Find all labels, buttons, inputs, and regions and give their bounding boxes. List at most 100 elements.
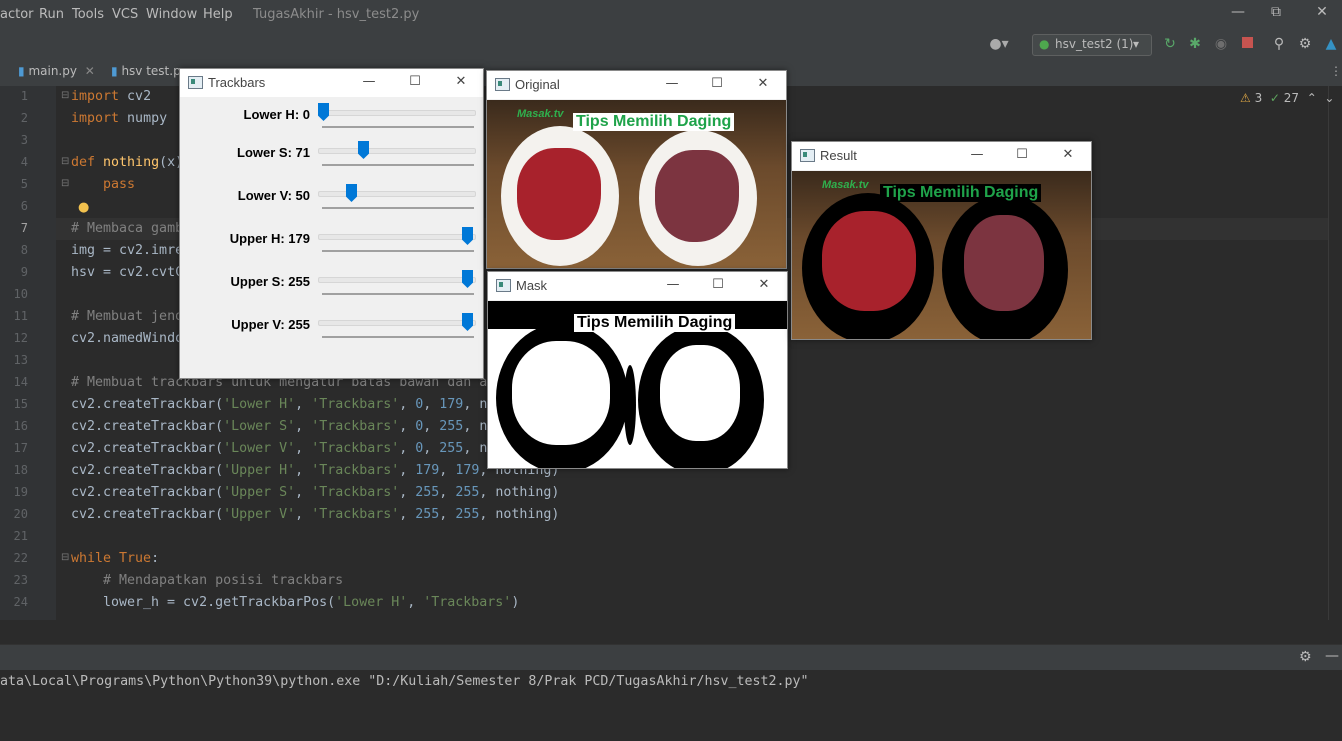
minimize-icon[interactable]: — <box>662 74 682 94</box>
close-icon[interactable]: ✕ <box>1302 4 1342 20</box>
close-icon[interactable]: ✕ <box>1058 145 1078 165</box>
coverage-icon[interactable]: ◉ <box>1212 35 1230 53</box>
trackbar-label: Lower V: 50 <box>237 188 310 203</box>
maximize-icon[interactable]: ☐ <box>405 72 425 92</box>
maximize-icon[interactable]: ☐ <box>1012 145 1032 165</box>
menu-window[interactable]: Window <box>146 7 197 22</box>
mask-image: Tips Memilih Daging <box>488 301 787 468</box>
window-titlebar[interactable]: Result — ☐ ✕ <box>792 142 1091 170</box>
debug-icon[interactable]: ✱ <box>1186 35 1204 53</box>
minimize-icon[interactable]: — <box>1218 4 1258 20</box>
trackbar-tick-line <box>322 207 474 209</box>
editor-scrollbar[interactable] <box>1328 86 1342 620</box>
menu-help[interactable]: Help <box>203 7 233 22</box>
stop-icon[interactable] <box>1238 35 1256 53</box>
minimize-panel-icon[interactable]: — <box>1325 648 1339 664</box>
trackbar-slider-track[interactable] <box>318 148 476 154</box>
line-number: 11 <box>13 309 28 323</box>
tab-close-icon[interactable]: ✕ <box>85 64 95 78</box>
maximize-icon[interactable]: ☐ <box>707 74 727 94</box>
line-number: 5 <box>20 177 28 191</box>
run-console[interactable]: ata\Local\Programs\Python\Python39\pytho… <box>0 670 1342 741</box>
line-number: 17 <box>13 441 28 455</box>
warning-count: 3 <box>1254 91 1263 105</box>
meat <box>964 215 1044 311</box>
user-icon[interactable]: ●▾ <box>986 35 1012 53</box>
trackbar-thumb[interactable] <box>462 313 473 331</box>
fold-icon[interactable]: ⊟ <box>61 156 69 167</box>
minimize-icon[interactable]: — <box>359 72 379 92</box>
console-command: ata\Local\Programs\Python\Python39\pytho… <box>0 674 809 689</box>
trackbar-thumb[interactable] <box>346 184 357 202</box>
line-number: 19 <box>13 485 28 499</box>
code-line: # Membaca gamb <box>71 221 184 236</box>
window-titlebar[interactable]: Original — ☐ ✕ <box>487 71 786 99</box>
gear-icon[interactable]: ⚙ <box>1296 35 1314 53</box>
result-window: Result — ☐ ✕ Masak.tv Tips Memilih Dagin… <box>791 141 1092 340</box>
trackbar-slider-track[interactable] <box>318 234 476 240</box>
trackbar-slider-track[interactable] <box>318 191 476 197</box>
trackbar-label: Upper H: 179 <box>229 231 310 246</box>
trackbar-thumb[interactable] <box>318 103 329 121</box>
tab-hsv-test[interactable]: ▮ hsv test.p <box>111 58 181 85</box>
window-titlebar[interactable]: Trackbars — ☐ ✕ <box>180 69 483 97</box>
trackbar-tick-line <box>322 293 474 295</box>
result-image: Masak.tv Tips Memilih Daging <box>792 171 1091 339</box>
original-image: Masak.tv Tips Memilih Daging <box>487 100 786 268</box>
trackbar-tick-line <box>322 164 474 166</box>
gap-mask <box>624 365 636 445</box>
restore-icon[interactable]: ⧉ <box>1256 4 1296 20</box>
window-titlebar[interactable]: Mask — ☐ ✕ <box>488 272 787 300</box>
run-config-select[interactable]: ● hsv_test2 (1) ▾ <box>1032 34 1152 56</box>
tab-label: hsv test.p <box>121 64 181 78</box>
rerun-icon[interactable]: ↻ <box>1161 35 1179 53</box>
code-line: import cv2 <box>71 89 152 104</box>
more-tabs-icon[interactable]: ⋮ <box>1330 64 1342 78</box>
plugin-icon[interactable]: ▲ <box>1322 35 1340 53</box>
line-number: 16 <box>13 419 28 433</box>
meat-mask <box>512 341 610 445</box>
meat <box>517 148 601 240</box>
fold-icon[interactable]: ⊟ <box>61 178 69 189</box>
trackbar-slider-track[interactable] <box>318 277 476 283</box>
tab-label: main.py <box>28 64 77 78</box>
search-icon[interactable]: ⚲ <box>1270 35 1288 53</box>
python-icon: ● <box>1039 37 1050 51</box>
trackbar-label: Upper V: 255 <box>231 317 310 332</box>
trackbar-slider-track[interactable] <box>318 110 476 116</box>
fold-icon[interactable]: ⊟ <box>61 90 69 101</box>
menu-refactor[interactable]: actor <box>0 7 34 22</box>
trackbar-slider-track[interactable] <box>318 320 476 326</box>
close-icon[interactable]: ✕ <box>451 72 471 92</box>
close-icon[interactable]: ✕ <box>753 74 773 94</box>
line-number: 8 <box>20 243 28 257</box>
fold-icon[interactable]: ⊟ <box>61 552 69 563</box>
gear-icon[interactable]: ⚙ <box>1299 649 1312 665</box>
line-number: 13 <box>13 353 28 367</box>
minimize-icon[interactable]: — <box>663 275 683 295</box>
code-line: # Membuat jend <box>71 309 184 324</box>
inspection-widget[interactable]: ⚠ 3 ✓ 27 ⌃ ⌄ <box>1240 91 1334 105</box>
trackbar-thumb[interactable] <box>462 227 473 245</box>
minimize-icon[interactable]: — <box>967 145 987 165</box>
line-number: 23 <box>13 573 28 587</box>
line-number: 24 <box>13 595 28 609</box>
menu-run[interactable]: Run <box>39 7 64 22</box>
tab-main-py[interactable]: ▮ main.py ✕ <box>18 58 95 85</box>
code-line: cv2.createTrackbar('Lower V', 'Trackbars… <box>71 441 488 456</box>
window-title: Original <box>515 77 560 92</box>
menu-vcs[interactable]: VCS <box>112 7 138 22</box>
line-number: 21 <box>13 529 28 543</box>
chevron-down-icon: ▾ <box>1133 37 1140 51</box>
line-number: 18 <box>13 463 28 477</box>
trackbar-thumb[interactable] <box>462 270 473 288</box>
trackbar-thumb[interactable] <box>358 141 369 159</box>
code-line: cv2.createTrackbar('Upper S', 'Trackbars… <box>71 485 560 500</box>
maximize-icon[interactable]: ☐ <box>708 275 728 295</box>
trackbar-label: Upper S: 255 <box>230 274 310 289</box>
lightbulb-icon[interactable]: ● <box>78 200 89 215</box>
trackbars-window: Trackbars — ☐ ✕ Lower H: 0 Lower S: 71 Low… <box>179 68 484 379</box>
run-config-label: hsv_test2 (1) <box>1055 37 1134 51</box>
menu-tools[interactable]: Tools <box>72 7 104 22</box>
close-icon[interactable]: ✕ <box>754 275 774 295</box>
